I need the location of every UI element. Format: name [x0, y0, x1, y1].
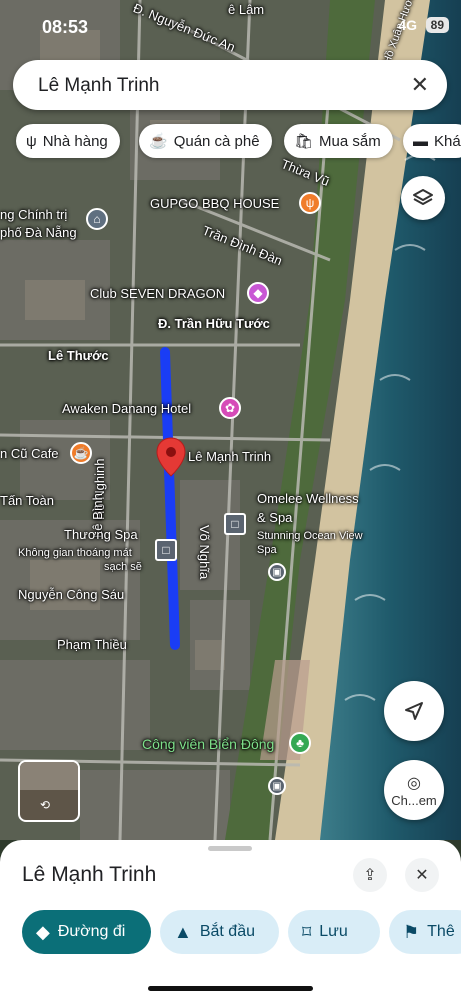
- layers-icon: [413, 189, 433, 205]
- map-label: phố Đà Nẵng: [0, 225, 77, 240]
- park-pin-icon[interactable]: ♣: [289, 732, 311, 754]
- spa-pin-icon[interactable]: □: [155, 539, 177, 561]
- coffee-icon: ☕: [149, 133, 168, 150]
- map-label: Công viên Biển Đông: [142, 736, 275, 752]
- spa-pin-icon[interactable]: ✿: [219, 397, 241, 419]
- chip-hotels[interactable]: ▬ Khá: [403, 124, 461, 158]
- add-label-text: Thê: [427, 923, 455, 940]
- start-button[interactable]: ▲ Bắt đầu: [160, 910, 279, 954]
- chip-shopping[interactable]: 🛍 Mua sắm: [284, 124, 393, 158]
- map-label: Omelee Wellness: [257, 491, 359, 506]
- chip-label: Mua sắm: [319, 132, 381, 150]
- layers-button[interactable]: [401, 176, 445, 220]
- map-label: Phạm Thiều: [57, 637, 127, 652]
- navigation-icon: ▲: [174, 921, 192, 942]
- chip-restaurants[interactable]: ψ Nhà hàng: [16, 124, 120, 158]
- my-location-button[interactable]: [384, 681, 444, 741]
- flag-icon: ⚑: [403, 921, 420, 942]
- close-sheet-button[interactable]: ✕: [405, 858, 439, 892]
- chip-label: Quán cà phê: [173, 132, 260, 150]
- status-time: 08:53: [42, 17, 89, 37]
- street-view-label: Ch...em: [391, 792, 437, 808]
- search-bar[interactable]: Lê Mạnh Trinh ✕: [13, 60, 447, 110]
- map-label: Thương Spa: [64, 527, 138, 542]
- map-label: Võ Nghĩa: [197, 525, 212, 580]
- start-label: Bắt đầu: [199, 923, 255, 940]
- bottom-sheet[interactable]: Lê Mạnh Trinh ⇪ ✕ ◆ Đường đi ▲ Bắt đầu ⌑…: [0, 840, 461, 999]
- map-label: Tấn Toàn: [0, 493, 54, 508]
- map-label: Lê Mạnh Trinh: [188, 449, 272, 464]
- signal-indicator: 4G: [398, 17, 417, 33]
- map-label: Không gian thoáng mát: [18, 547, 132, 559]
- camera-icon: ◎: [407, 774, 421, 792]
- share-icon: ⇪: [363, 867, 377, 884]
- map-label: Lê Thước: [48, 348, 109, 363]
- restaurant-pin-icon[interactable]: ψ: [299, 192, 321, 214]
- map-label: GUPGO BBQ HOUSE: [150, 196, 280, 211]
- map-label: Đ. Trần Hữu Tước: [158, 316, 270, 331]
- status-bar: 08:53 4G 89: [0, 0, 461, 50]
- bookmark-icon: ⌑: [302, 921, 312, 942]
- battery-indicator: 89: [425, 17, 449, 33]
- thumbnail-sky: [20, 762, 78, 790]
- 360-icon: ⟲: [40, 798, 51, 812]
- location-pin-icon[interactable]: [156, 437, 186, 477]
- spa-pin-icon[interactable]: □: [224, 513, 246, 535]
- map-label: Spa: [257, 544, 277, 556]
- bus-stop-icon[interactable]: ▣: [268, 777, 286, 795]
- school-icon[interactable]: ⌂: [86, 208, 108, 230]
- map-label: Nguyễn Công Sáu: [18, 587, 125, 602]
- close-icon: ✕: [415, 867, 429, 884]
- navigation-arrow-icon: [405, 702, 423, 720]
- street-view-thumbnail[interactable]: ⟲: [18, 760, 80, 822]
- directions-icon: ◆: [36, 921, 50, 942]
- bus-stop-icon[interactable]: ▣: [268, 563, 286, 581]
- bed-icon: ▬: [413, 132, 428, 150]
- cafe-pin-icon[interactable]: ☕: [70, 442, 92, 464]
- map-label: Awaken Danang Hotel: [62, 401, 192, 416]
- directions-button[interactable]: ◆ Đường đi: [22, 910, 151, 954]
- nightclub-pin-icon[interactable]: ◆: [247, 282, 269, 304]
- close-icon[interactable]: ✕: [411, 72, 429, 98]
- shopping-bag-icon: 🛍: [294, 133, 314, 150]
- search-input[interactable]: Lê Mạnh Trinh: [38, 75, 159, 97]
- drag-handle[interactable]: [208, 846, 252, 851]
- street-view-button[interactable]: ◎ Ch...em: [384, 760, 444, 820]
- map-label: sạch sẽ: [104, 561, 142, 573]
- map-label: & Spa: [257, 510, 293, 525]
- map-label: Stunning Ocean View: [257, 530, 363, 542]
- save-label: Lưu: [319, 923, 348, 940]
- chip-label: Khá: [434, 132, 461, 150]
- add-label-button[interactable]: ⚑ Thê: [389, 910, 461, 954]
- map-label: n Cũ Cafe: [0, 446, 59, 461]
- save-button[interactable]: ⌑ Lưu: [288, 910, 380, 954]
- map-label: Club SEVEN DRAGON: [90, 286, 226, 301]
- chip-label: Nhà hàng: [42, 132, 108, 150]
- home-indicator: [148, 986, 313, 991]
- share-button[interactable]: ⇪: [353, 858, 387, 892]
- place-title: Lê Mạnh Trinh: [22, 863, 157, 886]
- map-label: ng Chính trị: [0, 207, 68, 222]
- directions-label: Đường đi: [57, 923, 126, 940]
- restaurant-icon: ψ: [26, 132, 37, 150]
- chip-coffee[interactable]: ☕ Quán cà phê: [139, 124, 272, 158]
